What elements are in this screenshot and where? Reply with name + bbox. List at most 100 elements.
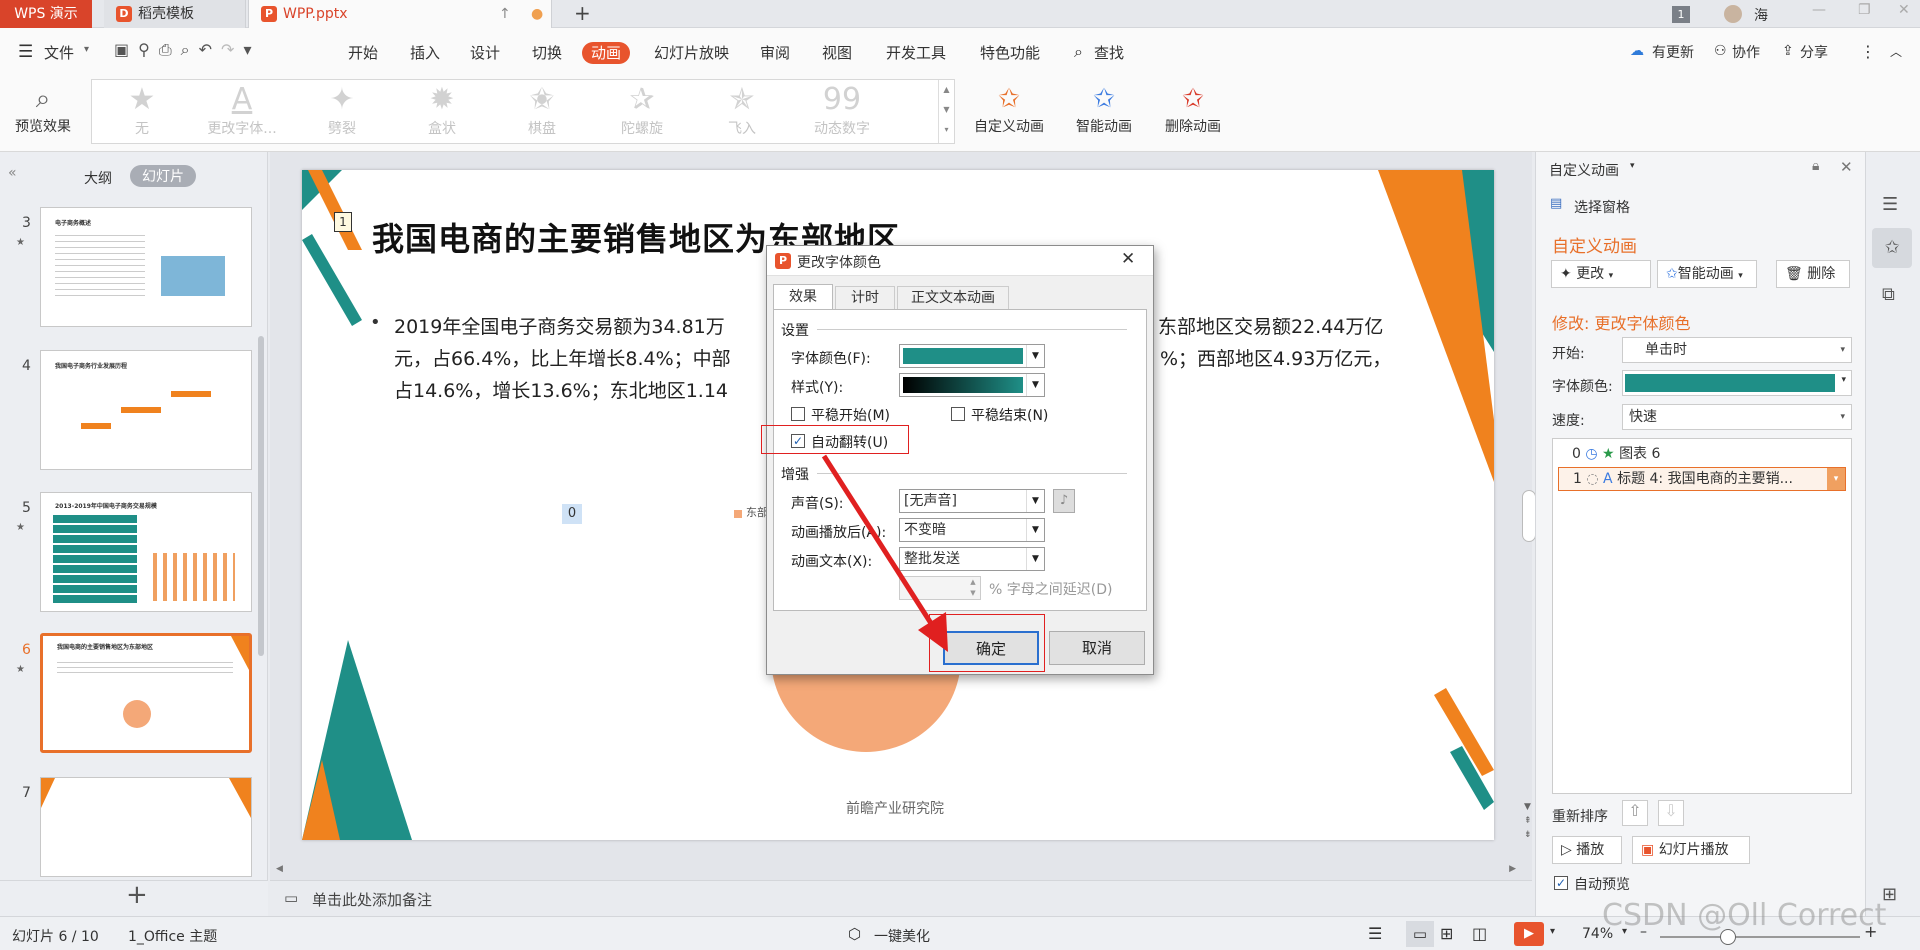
speed-dropdown[interactable]: 快速 ▾ <box>1622 404 1852 430</box>
gallery-item-font-color[interactable]: A 更改字体... <box>192 80 292 143</box>
hamburger-icon[interactable]: ☰ <box>18 42 33 62</box>
menu-search[interactable]: 查找 <box>1094 43 1124 63</box>
menu-insert[interactable]: 插入 <box>410 43 440 63</box>
collab-button[interactable]: 协作 <box>1732 43 1760 63</box>
tab-document[interactable]: P WPP.pptx ↑ ● <box>248 0 552 28</box>
lock-icon[interactable]: 🔒︎ <box>1812 158 1819 174</box>
tab-effect[interactable]: 效果 <box>773 284 833 310</box>
smart-animation-button[interactable]: ✩ 智能动画 <box>1064 82 1144 136</box>
gallery-item-dynamic-number[interactable]: 99 动态数字 <box>792 80 892 143</box>
close-icon[interactable]: ✕ <box>1121 249 1135 269</box>
customize-icon[interactable]: ▾ <box>243 40 260 59</box>
beautify-button[interactable]: 一键美化 <box>874 926 930 946</box>
search-icon[interactable]: ⌕ <box>1074 42 1083 62</box>
new-tab-button[interactable]: + <box>574 0 591 26</box>
collapse-panel-icon[interactable]: « <box>8 165 17 181</box>
update-button[interactable]: 有更新 <box>1652 43 1694 63</box>
smart-anim-button[interactable]: ✩智能动画 ▾ <box>1657 260 1757 288</box>
gallery-item-spin[interactable]: ✰ 陀螺旋 <box>592 80 692 143</box>
reading-view-icon[interactable]: ◫ <box>1472 924 1487 943</box>
print-icon[interactable]: ⎙ <box>159 40 181 59</box>
avatar[interactable] <box>1724 5 1742 23</box>
menu-home[interactable]: 开始 <box>348 43 378 63</box>
chevron-down-icon[interactable]: ▾ <box>1827 468 1845 490</box>
play-slideshow-icon[interactable]: ▶ <box>1514 922 1544 946</box>
slide-body-line[interactable]: 元，占66.4%，比上年增长8.4%；中部 <box>394 344 731 371</box>
animation-list-item[interactable]: 0 ◷ ★ 图表 6 <box>1572 443 1660 465</box>
tab-slides[interactable]: 幻灯片 <box>130 165 196 187</box>
upload-icon[interactable]: ↑ <box>499 0 511 28</box>
animation-order-tag[interactable]: 1 <box>334 212 352 232</box>
move-down-button[interactable]: ⇩ <box>1658 800 1684 826</box>
start-dropdown[interactable]: 单击时 ▾ <box>1622 337 1852 363</box>
auto-preview-checkbox[interactable]: ✓ <box>1554 876 1568 890</box>
slide-thumbnail-7[interactable] <box>40 777 252 877</box>
slide-body-line[interactable]: 2019年全国电子商务交易额为34.81万 <box>394 312 725 339</box>
slide-body-line[interactable]: %；西部地区4.93万亿元， <box>1160 344 1391 371</box>
menu-view[interactable]: 视图 <box>822 43 852 63</box>
add-slide-button[interactable]: + <box>126 880 148 910</box>
more-icon[interactable]: ⋮ <box>1860 42 1876 61</box>
edit-horizontal-scrollbar[interactable]: ◀ ▶ <box>276 864 1516 874</box>
sorter-view-icon[interactable]: ⊞ <box>1440 924 1453 943</box>
gallery-item-checkerboard[interactable]: ✬ 棋盘 <box>492 80 592 143</box>
tab-outline[interactable]: 大纲 <box>84 168 112 188</box>
wps-app-tab[interactable]: WPS 演示 <box>0 0 92 28</box>
maximize-icon[interactable]: ❐ <box>1858 2 1871 18</box>
theme-name[interactable]: 1_Office 主题 <box>128 926 217 946</box>
slide-thumbnail-5[interactable]: 2013-2019年中国电子商务交易规模 <box>40 492 252 612</box>
smooth-end-checkbox[interactable] <box>951 407 965 421</box>
selection-pane-button[interactable]: 选择窗格 <box>1574 197 1630 217</box>
style-dropdown[interactable]: ▼ <box>899 373 1045 397</box>
slides-scrollbar[interactable] <box>258 336 264 656</box>
menu-file[interactable]: 文件 <box>44 43 74 63</box>
page-badge[interactable]: 1 <box>1672 6 1690 23</box>
custom-animation-button[interactable]: ✩ 自定义动画 <box>966 82 1052 136</box>
font-color-dropdown[interactable]: ▾ <box>1622 370 1852 396</box>
slide-thumbnail-4[interactable]: 我国电子商务行业发展历程 <box>40 350 252 470</box>
chart-anim-tag[interactable]: 0 <box>562 504 582 524</box>
menu-transition[interactable]: 切换 <box>532 43 562 63</box>
cancel-button[interactable]: 取消 <box>1049 631 1145 665</box>
tab-text-animation[interactable]: 正文文本动画 <box>897 286 1009 310</box>
move-up-button[interactable]: ⇧ <box>1622 800 1648 826</box>
animation-list-item-selected[interactable]: 1 ◌ A 标题 4: 我国电商的主要销... ▾ <box>1558 467 1846 491</box>
play-button[interactable]: ▷ 播放 <box>1552 836 1622 864</box>
gallery-item-split[interactable]: ✦ 劈裂 <box>292 80 392 143</box>
menu-slideshow[interactable]: 幻灯片放映 <box>654 43 729 63</box>
gallery-scroll[interactable]: ▲ ▼ ▾ <box>938 80 954 143</box>
transition-icon[interactable]: ⧉ <box>1882 284 1895 305</box>
notes-placeholder[interactable]: 单击此处添加备注 <box>312 889 432 910</box>
scroll-arrows[interactable]: ▼ ⇞ ⇟ <box>1524 800 1532 842</box>
tab-timing[interactable]: 计时 <box>835 286 895 310</box>
pane-header[interactable]: 自定义动画 <box>1549 160 1619 180</box>
delete-button[interactable]: 🗑︎ 删除 <box>1776 260 1850 288</box>
gallery-item-box[interactable]: ✹ 盒状 <box>392 80 492 143</box>
slideshow-button[interactable]: ▣ 幻灯片播放 <box>1632 836 1750 864</box>
close-icon[interactable]: ✕ <box>1840 158 1853 176</box>
slide-thumbnail-6[interactable]: 我国电商的主要销售地区为东部地区 <box>40 633 252 753</box>
menu-developer[interactable]: 开发工具 <box>886 43 946 63</box>
menu-review[interactable]: 审阅 <box>760 43 790 63</box>
minimize-icon[interactable]: — <box>1812 2 1826 18</box>
format-painter-icon[interactable]: ⚲ <box>138 40 159 59</box>
smooth-start-checkbox[interactable] <box>791 407 805 421</box>
zoom-slider-track[interactable] <box>1660 936 1860 938</box>
slide-body-line[interactable]: 占14.6%，增长13.6%；东北地区1.14 <box>394 376 728 403</box>
slide-body-line[interactable]: 东部地区交易额22.44万亿 <box>1158 312 1383 339</box>
notes-toggle-icon[interactable]: ☰ <box>1368 924 1382 943</box>
undo-icon[interactable]: ↶ <box>199 40 221 59</box>
collapse-ribbon-icon[interactable]: ︿ <box>1890 43 1902 60</box>
share-button[interactable]: 分享 <box>1800 43 1828 63</box>
normal-view-icon[interactable]: ▭ <box>1406 921 1434 947</box>
print-preview-icon[interactable]: ⌕ <box>181 40 199 59</box>
gallery-item-none[interactable]: ★ 无 <box>92 80 192 143</box>
font-color-dropdown[interactable]: ▼ <box>899 344 1045 368</box>
close-window-icon[interactable]: ✕ <box>1898 2 1910 18</box>
chevron-down-icon[interactable]: ▾ <box>84 44 89 55</box>
redo-icon[interactable]: ↷ <box>221 40 243 59</box>
sound-preview-icon[interactable]: ♪ <box>1053 489 1075 513</box>
menu-design[interactable]: 设计 <box>470 43 500 63</box>
preview-effect-button[interactable]: ⌕ 预览效果 <box>8 82 78 136</box>
change-button[interactable]: ✦ 更改 ▾ <box>1551 260 1651 288</box>
